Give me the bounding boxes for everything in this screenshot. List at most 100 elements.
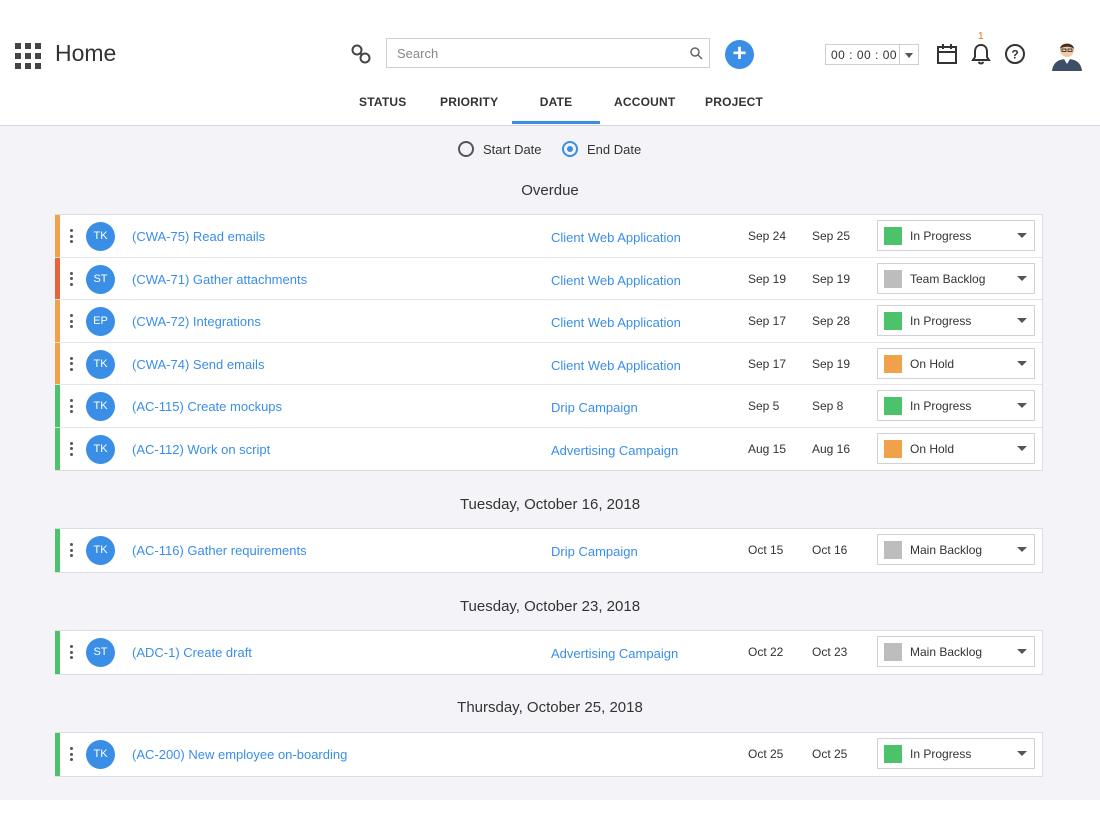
timer-control[interactable]: 00 : 00 : 00 — [825, 44, 919, 65]
search-input[interactable] — [387, 39, 677, 67]
chevron-down-icon[interactable] — [1017, 547, 1027, 552]
chevron-down-icon[interactable] — [1017, 403, 1027, 408]
task-link[interactable]: (CWA-71) Gather attachments — [132, 272, 307, 287]
status-label: Main Backlog — [910, 645, 983, 659]
start-date: Oct 15 — [748, 543, 784, 557]
assignee-avatar[interactable]: TK — [86, 740, 115, 769]
project-link[interactable]: Client Web Application — [551, 315, 681, 330]
chevron-down-icon[interactable] — [1017, 275, 1027, 281]
add-button[interactable]: + — [725, 40, 754, 69]
status-select[interactable]: In Progress — [877, 220, 1035, 251]
task-link[interactable]: (CWA-75) Read emails — [132, 229, 265, 244]
status-select[interactable]: In Progress — [877, 738, 1035, 769]
task-row[interactable]: TK (AC-115) Create mockups Drip Campaign Se… — [55, 385, 1042, 428]
drag-handle-icon[interactable] — [70, 645, 74, 661]
radio-circle-selected[interactable] — [562, 141, 578, 157]
project-link[interactable]: Client Web Application — [551, 230, 681, 245]
project-link[interactable]: Drip Campaign — [551, 544, 638, 559]
status-select[interactable]: Main Backlog — [877, 636, 1035, 667]
task-row[interactable]: ST (CWA-71) Gather attachments Client Web … — [55, 257, 1042, 300]
task-row[interactable]: TK (CWA-75) Read emails Client Web Applica… — [55, 215, 1042, 258]
user-avatar[interactable] — [1050, 37, 1084, 71]
radio-circle[interactable] — [458, 141, 474, 157]
assignee-avatar[interactable]: TK — [86, 536, 115, 565]
status-select[interactable]: Team Backlog — [877, 262, 1035, 294]
chevron-down-icon[interactable] — [1017, 318, 1027, 323]
start-date: Sep 17 — [748, 314, 787, 328]
link-icon[interactable] — [349, 42, 373, 66]
status-label: In Progress — [910, 314, 972, 328]
status-label: On Hold — [910, 356, 955, 371]
group-title: Thursday, October 25, 2018 — [457, 699, 643, 716]
project-link[interactable]: Client Web Application — [551, 273, 681, 288]
timer-dropdown-icon[interactable] — [899, 45, 918, 64]
assignee-avatar[interactable]: ST — [86, 264, 115, 294]
drag-handle-icon[interactable] — [70, 747, 74, 763]
chevron-down-icon[interactable] — [1017, 445, 1027, 451]
drag-handle-icon[interactable] — [70, 399, 74, 415]
status-select[interactable]: In Progress — [877, 390, 1035, 421]
priority-bar — [55, 733, 60, 776]
tab-account[interactable]: ACCOUNT — [614, 95, 675, 109]
drag-handle-icon[interactable] — [70, 543, 74, 559]
task-row[interactable]: TK (AC-200) New employee on-boarding Oct 2… — [55, 733, 1042, 776]
plus-icon: + — [732, 40, 747, 67]
task-link[interactable]: (AC-200) New employee on-boarding — [132, 747, 347, 762]
calendar-icon[interactable] — [936, 42, 958, 66]
status-select[interactable]: On Hold — [877, 347, 1035, 379]
svg-text:?: ? — [1011, 48, 1018, 62]
group-title: Overdue — [521, 182, 579, 199]
apps-grid-icon[interactable] — [15, 43, 41, 69]
status-color-swatch — [884, 269, 902, 288]
search-icon[interactable] — [689, 46, 703, 60]
status-select[interactable]: Main Backlog — [877, 534, 1035, 565]
start-date: Aug 15 — [748, 441, 787, 456]
task-row[interactable]: EP (CWA-72) Integrations Client Web Applic… — [55, 300, 1042, 343]
assignee-avatar[interactable]: TK — [86, 349, 115, 379]
chevron-down-icon[interactable] — [1017, 751, 1027, 756]
task-row[interactable]: TK (AC-116) Gather requirements Drip Campa… — [55, 529, 1042, 572]
task-link[interactable]: (CWA-74) Send emails — [132, 357, 264, 372]
assignee-avatar[interactable]: ST — [86, 638, 115, 667]
chevron-down-icon[interactable] — [1017, 649, 1027, 654]
assignee-avatar[interactable]: TK — [86, 392, 115, 421]
drag-handle-icon[interactable] — [70, 229, 74, 245]
task-link[interactable]: (ADC-1) Create draft — [132, 645, 252, 660]
project-link[interactable]: Advertising Campaign — [551, 443, 678, 458]
drag-handle-icon[interactable] — [70, 441, 74, 458]
assignee-avatar[interactable]: EP — [86, 307, 115, 336]
project-link[interactable]: Client Web Application — [551, 358, 681, 373]
assignee-avatar[interactable]: TK — [86, 434, 115, 464]
drag-handle-icon[interactable] — [70, 314, 74, 330]
tab-priority[interactable]: PRIORITY — [440, 95, 498, 109]
drag-handle-icon[interactable] — [70, 271, 74, 288]
task-row[interactable]: TK (AC-112) Work on script Advertising Cam… — [55, 427, 1042, 470]
project-link[interactable]: Drip Campaign — [551, 400, 638, 415]
tab-project[interactable]: PROJECT — [705, 95, 763, 109]
task-link[interactable]: (CWA-72) Integrations — [132, 314, 261, 329]
task-link[interactable]: (AC-116) Gather requirements — [132, 543, 307, 558]
task-link[interactable]: (AC-115) Create mockups — [132, 399, 282, 414]
status-select[interactable]: On Hold — [877, 432, 1035, 464]
assignee-avatar[interactable]: TK — [86, 222, 115, 251]
search-box[interactable] — [386, 38, 710, 68]
chevron-down-icon[interactable] — [1017, 360, 1027, 366]
status-label: In Progress — [910, 229, 972, 243]
tab-status[interactable]: STATUS — [359, 95, 406, 109]
start-date: Sep 5 — [748, 399, 780, 413]
project-link[interactable]: Advertising Campaign — [551, 646, 678, 661]
tab-date[interactable]: DATE — [512, 95, 600, 124]
chevron-down-icon[interactable] — [1017, 233, 1027, 238]
end-date: Aug 16 — [812, 441, 851, 456]
task-row[interactable]: ST (ADC-1) Create draft Advertising Campai… — [55, 631, 1042, 674]
status-label: In Progress — [910, 747, 972, 761]
bell-icon[interactable] — [970, 42, 992, 66]
group-title: Tuesday, October 23, 2018 — [459, 598, 641, 615]
end-date: Oct 23 — [812, 645, 848, 659]
help-icon[interactable]: ? — [1004, 43, 1026, 65]
drag-handle-icon[interactable] — [70, 356, 74, 373]
status-select[interactable]: In Progress — [877, 305, 1035, 336]
priority-bar — [55, 529, 60, 572]
task-link[interactable]: (AC-112) Work on script — [132, 442, 270, 457]
task-row[interactable]: TK (CWA-74) Send emails Client Web Applica… — [55, 342, 1042, 385]
